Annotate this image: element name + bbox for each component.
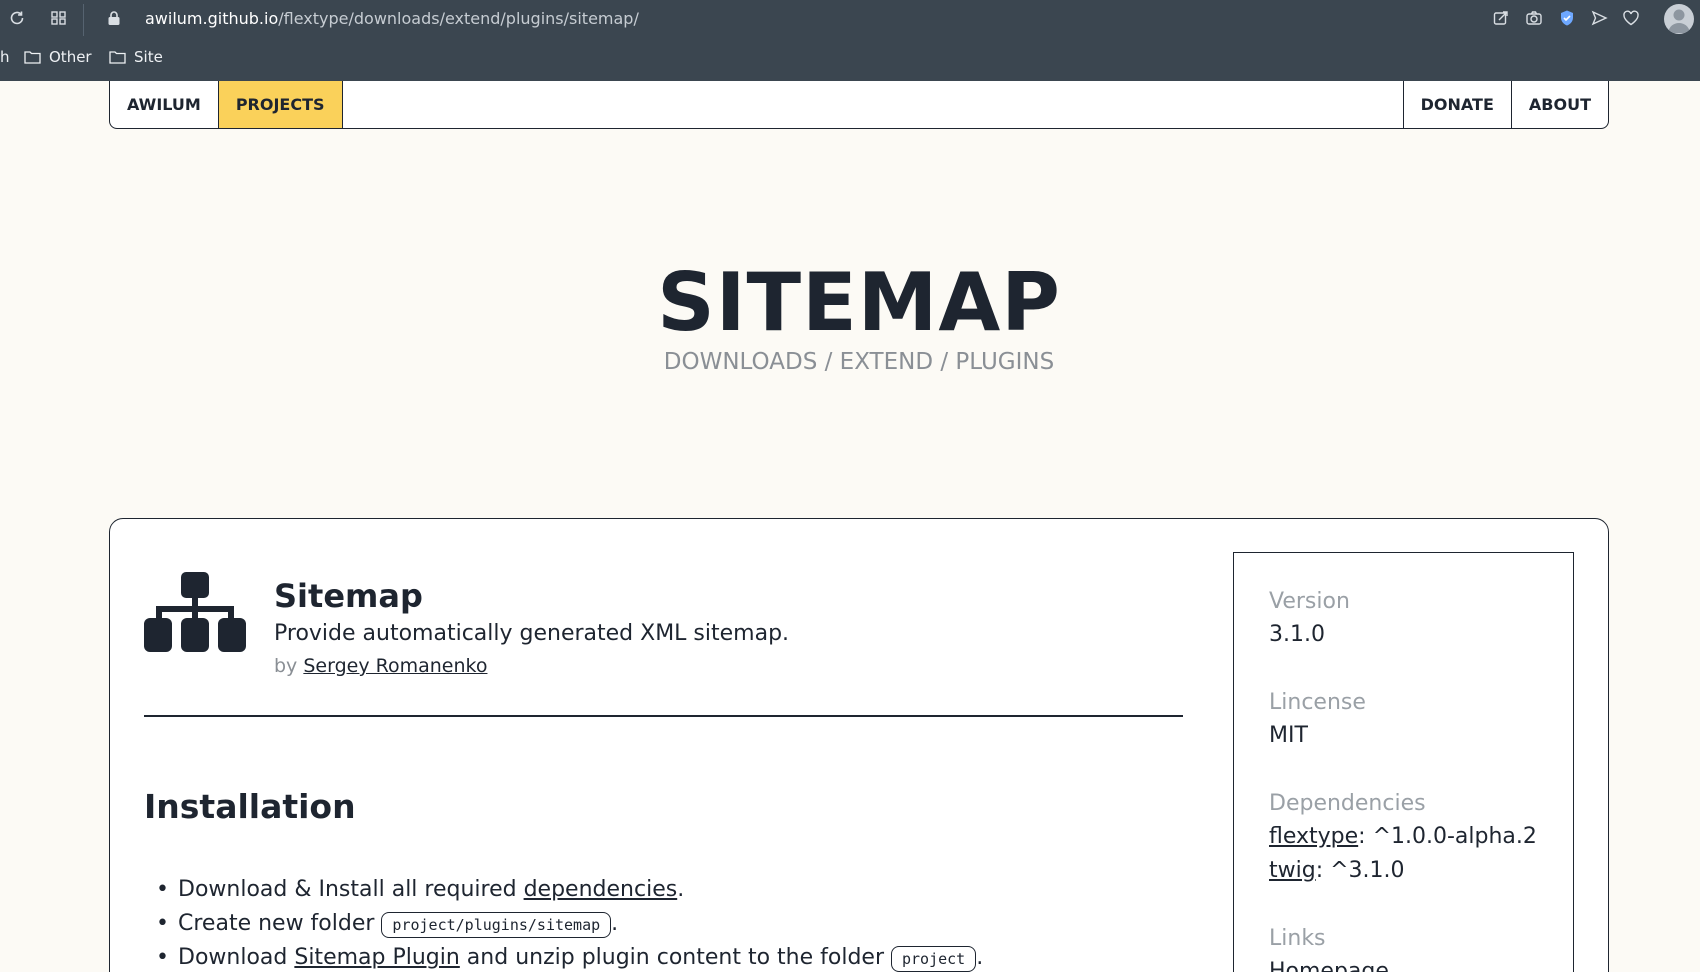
license-label: Lincense — [1269, 690, 1366, 715]
bookmark-label: h — [0, 48, 10, 66]
bookmark-item[interactable]: h — [0, 48, 10, 66]
list-item: Download & Install all required dependen… — [152, 873, 983, 907]
browser-chrome: awilum.github.io/flextype/downloads/exte… — [0, 0, 1700, 81]
nav-projects[interactable]: PROJECTS — [217, 81, 343, 128]
bookmark-folder-other[interactable]: Other — [24, 48, 92, 66]
reload-icon[interactable] — [7, 8, 27, 28]
dependencies-link[interactable]: dependencies — [524, 877, 678, 902]
address-bar-row: awilum.github.io/flextype/downloads/exte… — [0, 0, 1700, 38]
nav-about[interactable]: ABOUT — [1510, 81, 1608, 128]
plugin-meta-sidebar: Version 3.1.0 Lincense MIT Dependencies … — [1233, 552, 1574, 972]
version-value: 3.1.0 — [1269, 622, 1325, 647]
installation-heading: Installation — [144, 787, 356, 826]
url-host: awilum.github.io — [145, 9, 279, 28]
url-path: /flextype/downloads/extend/plugins/sitem… — [278, 9, 639, 28]
dependency-link-flextype[interactable]: flextype — [1269, 824, 1358, 849]
installation-steps: Download & Install all required dependen… — [152, 873, 983, 972]
heart-icon[interactable] — [1621, 8, 1641, 28]
license-value: MIT — [1269, 723, 1308, 748]
step-text: . — [611, 911, 619, 936]
step-text: . — [976, 945, 984, 970]
bookmark-label: Other — [49, 48, 92, 66]
list-item: Create new folder project/plugins/sitema… — [152, 907, 983, 941]
step-text: . — [677, 877, 685, 902]
step-text: Download — [178, 945, 295, 970]
homepage-link[interactable]: Homepage — [1269, 959, 1389, 972]
dependency-version: : ^1.0.0-alpha.2 — [1358, 824, 1537, 849]
shield-icon[interactable] — [1557, 8, 1577, 28]
camera-icon[interactable] — [1524, 8, 1544, 28]
links-row: Homepage — [1269, 959, 1389, 972]
tab-grid-icon[interactable] — [49, 8, 69, 28]
share-edit-icon[interactable] — [1491, 8, 1511, 28]
site-nav: AWILUM PROJECTS DONATE ABOUT — [109, 81, 1609, 129]
lock-icon[interactable] — [104, 8, 124, 28]
plugin-name: Sitemap — [274, 577, 423, 615]
dependency-row: twig: ^3.1.0 — [1269, 858, 1405, 883]
nav-spacer — [343, 81, 1403, 128]
nav-donate[interactable]: DONATE — [1402, 81, 1511, 128]
plugin-description: Provide automatically generated XML site… — [274, 621, 790, 646]
toolbar-separator — [83, 4, 84, 36]
profile-avatar[interactable] — [1664, 4, 1694, 34]
page-title: SITEMAP — [657, 256, 1061, 349]
plugin-author-line: by Sergey Romanenko — [274, 655, 487, 677]
folder-icon — [24, 51, 41, 64]
folder-icon — [109, 51, 126, 64]
sitemap-icon — [144, 572, 246, 652]
version-label: Version — [1269, 589, 1350, 614]
author-link[interactable]: Sergey Romanenko — [303, 655, 487, 677]
sitemap-plugin-link[interactable]: Sitemap Plugin — [294, 945, 459, 970]
bookmark-label: Site — [134, 48, 163, 66]
nav-awilum[interactable]: AWILUM — [110, 81, 218, 128]
dependency-link-twig[interactable]: twig — [1269, 858, 1316, 883]
inline-code: project — [890, 946, 977, 972]
step-text: Create new folder — [178, 911, 382, 936]
bookmark-folder-site[interactable]: Site — [109, 48, 163, 66]
step-text: and unzip plugin content to the folder — [459, 945, 891, 970]
breadcrumb: DOWNLOADS / EXTEND / PLUGINS — [663, 349, 1055, 375]
dependencies-label: Dependencies — [1269, 791, 1426, 816]
section-divider — [144, 715, 1183, 717]
dependency-row: flextype: ^1.0.0-alpha.2 — [1269, 824, 1537, 849]
address-bar[interactable]: awilum.github.io/flextype/downloads/exte… — [145, 9, 639, 28]
by-label: by — [274, 655, 298, 677]
inline-code: project/plugins/sitemap — [381, 912, 612, 938]
send-icon[interactable] — [1589, 8, 1609, 28]
links-label: Links — [1269, 926, 1326, 951]
list-item: Download Sitemap Plugin and unzip plugin… — [152, 941, 983, 972]
dependency-version: : ^3.1.0 — [1315, 858, 1405, 883]
step-text: Download & Install all required — [178, 877, 524, 902]
